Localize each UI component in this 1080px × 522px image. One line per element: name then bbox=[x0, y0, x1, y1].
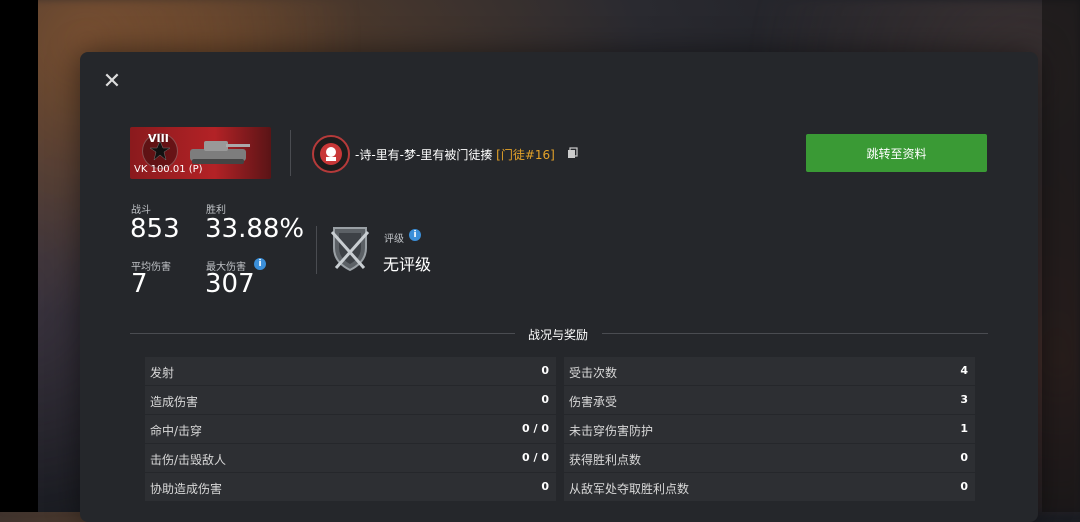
go-to-profile-button[interactable]: 跳转至资料 bbox=[806, 134, 987, 172]
close-icon[interactable]: ✕ bbox=[102, 71, 122, 93]
info-icon[interactable]: i bbox=[254, 258, 266, 270]
row-value: 1 bbox=[960, 422, 968, 435]
rating-label: 评级 bbox=[384, 234, 404, 245]
battles-value: 853 bbox=[130, 214, 180, 244]
tank-tier: VIII bbox=[148, 132, 169, 145]
table-row: 从敌军处夺取胜利点数 0 bbox=[564, 473, 975, 501]
row-value: 0 bbox=[541, 364, 549, 377]
row-value: 0 bbox=[960, 451, 968, 464]
max-damage-value: 307 bbox=[205, 269, 255, 299]
clan-tag[interactable]: [门徒#16] bbox=[496, 148, 555, 162]
table-row: 受击次数 4 bbox=[564, 357, 975, 385]
table-row: 伤害承受 3 bbox=[564, 386, 975, 414]
row-label: 击伤/击毁敌人 bbox=[150, 453, 227, 467]
table-row: 造成伤害 0 bbox=[145, 386, 556, 414]
avg-damage-value: 7 bbox=[131, 269, 148, 299]
table-row: 协助造成伤害 0 bbox=[145, 473, 556, 501]
row-value: 0 bbox=[960, 480, 968, 493]
stats-divider bbox=[316, 226, 317, 274]
player-name: -诗-里有-梦-里有被门徒揍 [门徒#16] bbox=[355, 146, 555, 163]
table-row: 获得胜利点数 0 bbox=[564, 444, 975, 472]
table-row: 发射 0 bbox=[145, 357, 556, 385]
row-value: 0 bbox=[541, 480, 549, 493]
table-row: 击伤/击毁敌人 0 / 0 bbox=[145, 444, 556, 472]
row-label: 造成伤害 bbox=[150, 395, 199, 409]
row-value: 3 bbox=[960, 393, 968, 406]
header-divider bbox=[290, 130, 291, 176]
row-value: 4 bbox=[960, 364, 968, 377]
row-value: 0 bbox=[541, 393, 549, 406]
stats-column-right: 受击次数 4 伤害承受 3 未击穿伤害防护 1 获得胜利点数 0 从敌军处夺取胜… bbox=[564, 357, 975, 502]
wins-value: 33.88% bbox=[205, 214, 305, 244]
table-row: 命中/击穿 0 / 0 bbox=[145, 415, 556, 443]
table-row: 未击穿伤害防护 1 bbox=[564, 415, 975, 443]
row-label: 伤害承受 bbox=[569, 395, 618, 409]
clan-emblem-icon[interactable] bbox=[312, 135, 350, 173]
player-stats-panel: ✕ VIII VK 100.01 (P) -诗-里有-梦-里有被门徒揍 [门徒#… bbox=[80, 52, 1038, 522]
row-label: 从敌军处夺取胜利点数 bbox=[569, 482, 690, 496]
rating-shield-icon bbox=[330, 227, 370, 272]
section-divider-left bbox=[130, 333, 515, 334]
row-label: 协助造成伤害 bbox=[150, 482, 223, 496]
tank-card: VIII VK 100.01 (P) bbox=[130, 127, 271, 179]
copy-icon[interactable] bbox=[567, 147, 579, 159]
stats-column-left: 发射 0 造成伤害 0 命中/击穿 0 / 0 击伤/击毁敌人 0 / 0 协助… bbox=[145, 357, 556, 502]
row-label: 获得胜利点数 bbox=[569, 453, 642, 467]
row-label: 命中/击穿 bbox=[150, 424, 203, 438]
row-label: 未击穿伤害防护 bbox=[569, 424, 654, 438]
left-edge bbox=[0, 0, 38, 512]
rating-value: 无评级 bbox=[383, 255, 432, 274]
row-value: 0 / 0 bbox=[522, 451, 549, 464]
row-label: 受击次数 bbox=[569, 366, 618, 380]
info-icon[interactable]: i bbox=[409, 229, 421, 241]
player-nickname: -诗-里有-梦-里有被门徒揍 bbox=[355, 148, 493, 162]
tank-image bbox=[190, 141, 250, 164]
section-title: 战况与奖励 bbox=[528, 328, 589, 342]
tank-name: VK 100.01 (P) bbox=[134, 164, 203, 175]
right-edge bbox=[1042, 0, 1080, 512]
row-label: 发射 bbox=[150, 366, 175, 380]
section-divider-right bbox=[602, 333, 988, 334]
row-value: 0 / 0 bbox=[522, 422, 549, 435]
